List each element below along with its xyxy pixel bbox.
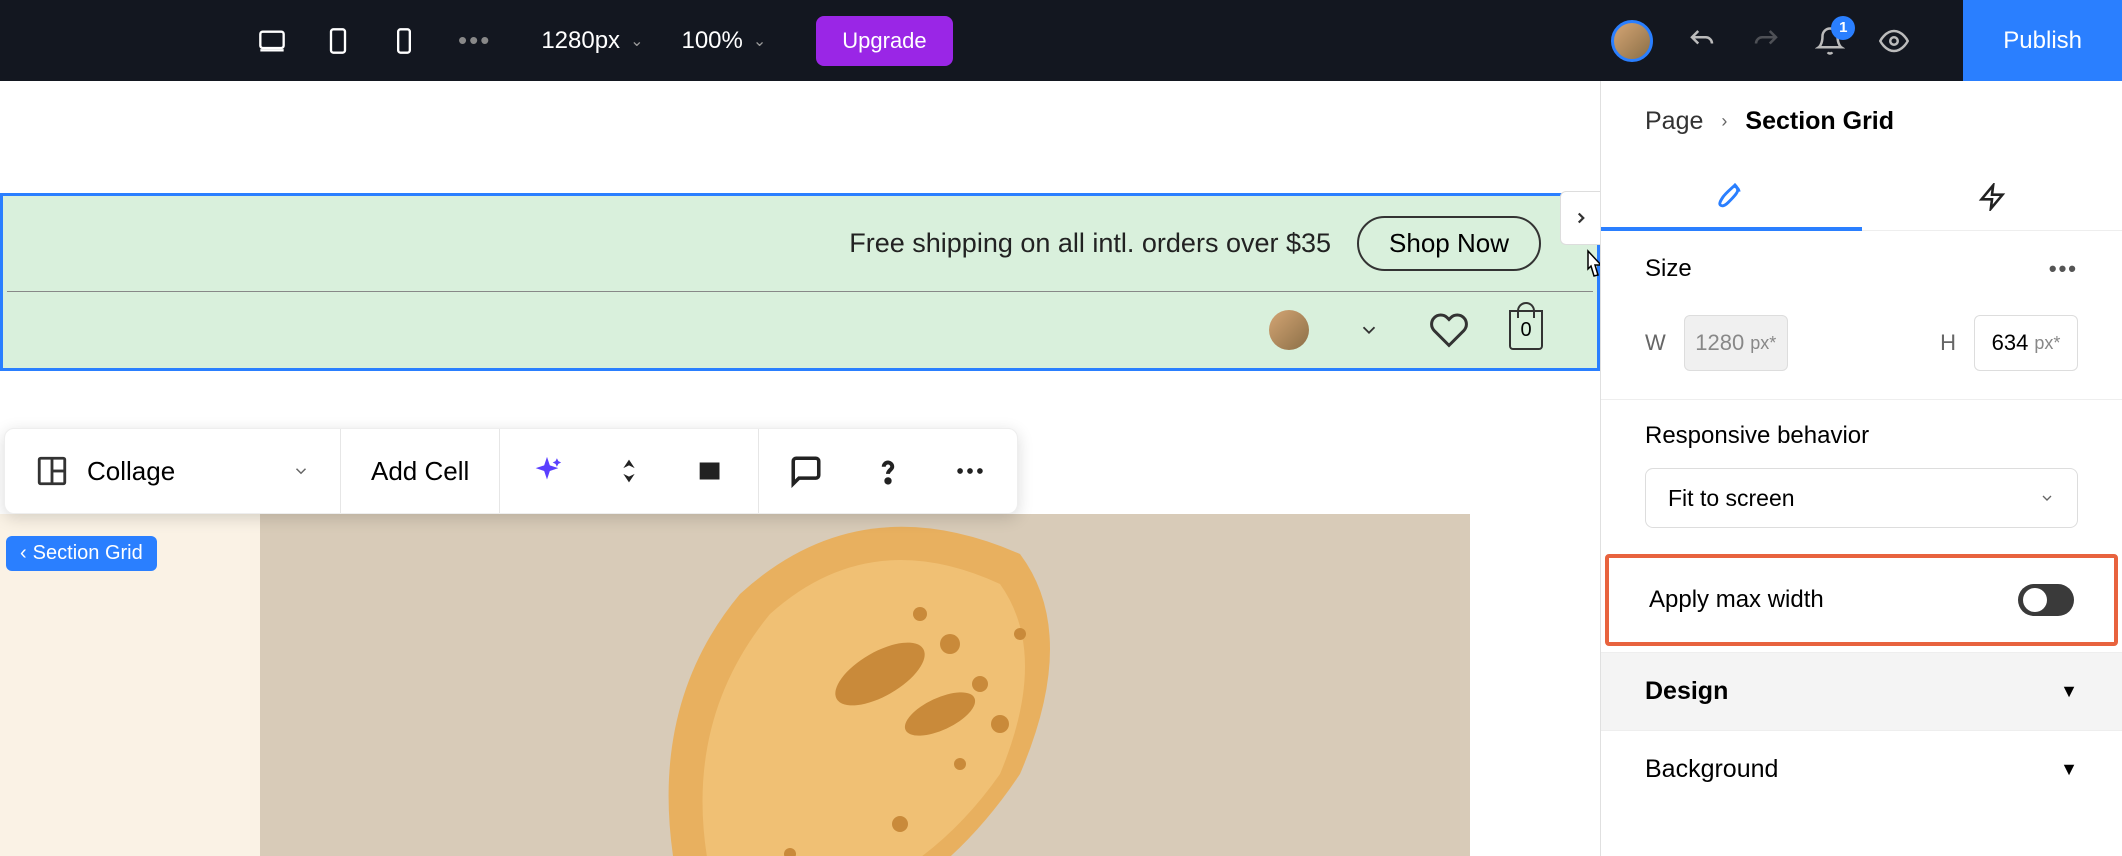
user-avatar[interactable] bbox=[1611, 20, 1653, 62]
viewport-width-value: 1280px bbox=[541, 27, 620, 55]
tablet-icon[interactable] bbox=[324, 27, 352, 55]
size-label: Size bbox=[1645, 255, 1692, 283]
preview-icon[interactable] bbox=[1879, 26, 1909, 56]
width-input[interactable]: 1280 px* bbox=[1684, 315, 1788, 371]
chevron-left-icon: ‹ bbox=[20, 542, 27, 565]
interactions-tab[interactable] bbox=[1862, 164, 2122, 230]
publish-button[interactable]: Publish bbox=[1963, 0, 2122, 81]
redo-icon[interactable] bbox=[1751, 26, 1781, 56]
notification-badge: 1 bbox=[1831, 16, 1855, 40]
add-cell-button[interactable]: Add Cell bbox=[371, 456, 469, 487]
chevron-right-icon: › bbox=[1721, 111, 1727, 132]
height-input[interactable]: 634 px* bbox=[1974, 315, 2078, 371]
responsive-section: Responsive behavior Fit to screen bbox=[1601, 400, 2122, 534]
animation-icon[interactable] bbox=[612, 454, 646, 488]
upgrade-button[interactable]: Upgrade bbox=[816, 16, 952, 66]
product-image[interactable] bbox=[260, 514, 1470, 856]
section-tag-label: Section Grid bbox=[33, 542, 143, 565]
selected-section[interactable]: Free shipping on all intl. orders over $… bbox=[0, 193, 1600, 371]
cursor-indicator bbox=[1578, 249, 1600, 294]
zoom-selector[interactable]: 100% ⌄ bbox=[681, 27, 766, 55]
comment-icon[interactable] bbox=[789, 454, 823, 488]
add-cell-segment: Add Cell bbox=[341, 429, 500, 513]
mobile-icon[interactable] bbox=[390, 27, 418, 55]
toggle-knob bbox=[2023, 588, 2047, 612]
design-tab[interactable] bbox=[1601, 164, 1862, 230]
canvas[interactable]: Free shipping on all intl. orders over $… bbox=[0, 81, 1600, 856]
banner-text: Free shipping on all intl. orders over $… bbox=[849, 228, 1331, 259]
panel-tabs bbox=[1601, 164, 2122, 231]
apply-max-width-row: Apply max width bbox=[1605, 554, 2118, 646]
width-label: W bbox=[1645, 330, 1666, 356]
size-inputs: W 1280 px* H 634 px* bbox=[1601, 307, 2122, 399]
chevron-down-icon: ⌄ bbox=[630, 31, 643, 51]
top-bar: ••• 1280px ⌄ 100% ⌄ Upgrade 1 Publish bbox=[0, 0, 2122, 81]
crop-icon[interactable] bbox=[694, 454, 728, 488]
layout-label: Collage bbox=[87, 456, 175, 487]
utility-segment bbox=[759, 429, 1017, 513]
help-icon[interactable] bbox=[871, 454, 905, 488]
background-accordion[interactable]: Background ▼ bbox=[1601, 730, 2122, 808]
more-icon[interactable]: ••• bbox=[2049, 256, 2078, 282]
more-devices-icon[interactable]: ••• bbox=[458, 25, 491, 56]
design-accordion[interactable]: Design ▼ bbox=[1601, 652, 2122, 730]
width-value: 1280 bbox=[1695, 330, 1744, 356]
shop-now-button[interactable]: Shop Now bbox=[1357, 216, 1541, 271]
height-value: 634 bbox=[1992, 330, 2029, 356]
device-switcher bbox=[258, 27, 418, 55]
section-tag[interactable]: ‹ Section Grid bbox=[6, 536, 157, 571]
background-label: Background bbox=[1645, 755, 1778, 784]
promo-banner: Free shipping on all intl. orders over $… bbox=[7, 196, 1593, 292]
breadcrumb-current: Section Grid bbox=[1745, 107, 1894, 136]
sparkle-icon[interactable] bbox=[530, 454, 564, 488]
responsive-value: Fit to screen bbox=[1668, 485, 1795, 512]
undo-icon[interactable] bbox=[1687, 26, 1717, 56]
inspector-panel: Page › Section Grid Size ••• W 1280 px* bbox=[1600, 81, 2122, 856]
apply-max-width-label: Apply max width bbox=[1649, 586, 1824, 614]
desktop-icon[interactable] bbox=[258, 27, 286, 55]
more-icon[interactable] bbox=[953, 454, 987, 488]
apply-max-width-toggle[interactable] bbox=[2018, 584, 2074, 616]
zoom-value: 100% bbox=[681, 27, 742, 55]
breadcrumb: Page › Section Grid bbox=[1601, 81, 2122, 146]
design-label: Design bbox=[1645, 677, 1728, 706]
chevron-down-icon[interactable] bbox=[1349, 310, 1389, 350]
height-label: H bbox=[1940, 330, 1956, 356]
chevron-down-icon: ▼ bbox=[2060, 759, 2078, 780]
member-avatar[interactable] bbox=[1269, 310, 1309, 350]
viewport-width-selector[interactable]: 1280px ⌄ bbox=[541, 27, 643, 55]
expand-panel-button[interactable] bbox=[1560, 191, 1600, 245]
chevron-down-icon: ⌄ bbox=[753, 31, 766, 51]
ai-tools-segment bbox=[500, 429, 759, 513]
size-header-row: Size ••• bbox=[1601, 231, 2122, 307]
responsive-label: Responsive behavior bbox=[1645, 422, 2078, 450]
breadcrumb-root[interactable]: Page bbox=[1645, 107, 1703, 136]
bag-count: 0 bbox=[1520, 319, 1531, 342]
notifications-icon[interactable]: 1 bbox=[1815, 26, 1845, 56]
chevron-down-icon: ▼ bbox=[2060, 681, 2078, 702]
topbar-right: 1 Publish bbox=[1611, 0, 2122, 81]
width-unit: px* bbox=[1750, 333, 1776, 354]
collage-icon bbox=[35, 454, 69, 488]
site-header: 0 bbox=[3, 292, 1597, 368]
responsive-dropdown[interactable]: Fit to screen bbox=[1645, 468, 2078, 528]
shopping-bag-icon[interactable]: 0 bbox=[1509, 310, 1543, 350]
height-unit: px* bbox=[2034, 333, 2060, 354]
heart-icon[interactable] bbox=[1429, 310, 1469, 350]
layout-type-selector[interactable]: Collage bbox=[5, 429, 341, 513]
floating-toolbar: Collage Add Cell bbox=[4, 428, 1018, 514]
